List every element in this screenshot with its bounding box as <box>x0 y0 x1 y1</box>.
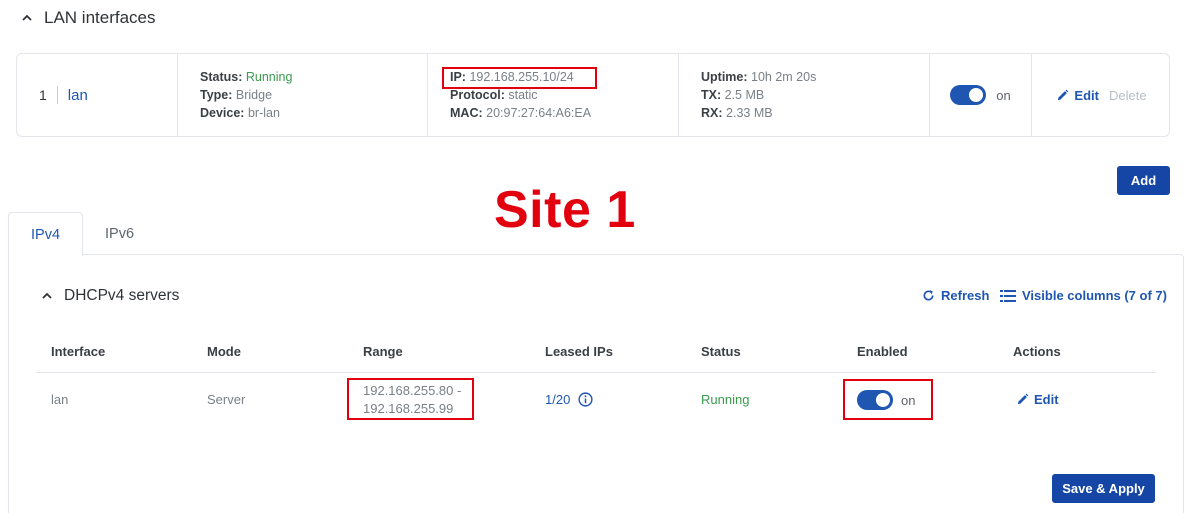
column-header-range: Range <box>363 344 403 359</box>
ip-version-tabs: IPv4 IPv6 <box>8 212 156 256</box>
chevron-up-icon <box>22 14 32 21</box>
interface-id-cell: 1 lan <box>17 54 178 136</box>
column-header-interface: Interface <box>51 344 106 359</box>
header-divider <box>36 372 1156 373</box>
protocol-label: Protocol: <box>450 88 505 102</box>
column-header-actions: Actions <box>1013 344 1061 359</box>
tx-value: 2.5 MB <box>724 88 765 102</box>
status-label: Status: <box>200 70 243 84</box>
refresh-label: Refresh <box>941 288 990 303</box>
visible-columns-button[interactable]: Visible columns (7 of 7) <box>1000 288 1167 303</box>
save-apply-button[interactable]: Save & Apply <box>1052 474 1155 503</box>
type-label: Type: <box>200 88 233 102</box>
interface-status-cell: Status: Running Type: Bridge Device: br-… <box>178 54 428 136</box>
edit-dhcp-button[interactable]: Edit <box>1016 392 1059 407</box>
leased-ips-value: 1/20 <box>545 392 571 407</box>
tab-ipv6[interactable]: IPv6 <box>83 212 156 255</box>
column-header-enabled: Enabled <box>857 344 908 359</box>
dhcp-interface-cell: lan <box>51 392 69 407</box>
pencil-icon <box>1017 393 1029 405</box>
site-annotation: Site 1 <box>494 181 636 239</box>
uptime-label: Uptime: <box>701 70 748 84</box>
dhcp-status-cell: Running <box>701 392 750 407</box>
status-value: Running <box>245 70 293 84</box>
interface-traffic-cell: Uptime: 10h 2m 20s TX: 2.5 MB RX: 2.33 M… <box>679 54 930 136</box>
columns-icon <box>1000 289 1016 302</box>
edit-interface-button[interactable]: Edit <box>1056 88 1099 103</box>
ip-highlight-box <box>442 67 597 89</box>
section-title: LAN interfaces <box>44 8 156 27</box>
rx-label: RX: <box>701 106 723 120</box>
dhcp-leased-cell[interactable]: 1/20 <box>545 392 593 407</box>
visible-columns-label: Visible columns (7 of 7) <box>1022 288 1167 303</box>
dhcp-mode-cell: Server <box>207 392 246 407</box>
edit-label: Edit <box>1074 87 1099 103</box>
column-header-leased-ips: Leased IPs <box>545 344 613 359</box>
device-value: br-lan <box>247 106 280 120</box>
interface-index: 1 <box>39 87 47 103</box>
mac-value: 20:97:27:64:A6:EA <box>486 106 592 120</box>
refresh-icon <box>923 290 934 301</box>
delete-interface-button[interactable]: Delete <box>1109 88 1147 103</box>
divider <box>56 86 58 104</box>
edit-label: Edit <box>1034 392 1059 407</box>
mac-label: MAC: <box>450 106 483 120</box>
info-icon[interactable] <box>578 392 593 407</box>
protocol-value: static <box>508 88 538 102</box>
type-value: Bridge <box>235 88 273 102</box>
interface-toggle-cell: on <box>930 54 1032 136</box>
dhcp-actions-cell: Edit <box>1016 392 1059 409</box>
lan-interfaces-header[interactable]: LAN interfaces <box>22 8 156 28</box>
pencil-icon <box>1058 89 1069 100</box>
column-header-mode: Mode <box>207 344 241 359</box>
chevron-up-icon <box>42 292 52 299</box>
rx-value: 2.33 MB <box>726 106 773 120</box>
device-label: Device: <box>200 106 245 120</box>
lan-interface-card: 1 lan Status: Running Type: Bridge Devic… <box>16 53 1170 137</box>
dhcp-section-title: DHCPv4 servers <box>64 287 180 304</box>
range-highlight-box <box>347 378 474 420</box>
tx-label: TX: <box>701 88 722 102</box>
column-header-status: Status <box>701 344 741 359</box>
add-interface-button[interactable]: Add <box>1117 166 1170 195</box>
interface-name-link[interactable]: lan <box>68 87 88 104</box>
toggle-state-text: on <box>996 87 1011 103</box>
enabled-highlight-box <box>843 379 933 420</box>
interface-enabled-toggle[interactable] <box>950 85 987 105</box>
tab-ipv4[interactable]: IPv4 <box>8 212 84 256</box>
dhcp-servers-header[interactable]: DHCPv4 servers <box>42 287 179 305</box>
interface-actions-cell: Edit Delete <box>1032 54 1171 136</box>
uptime-value: 10h 2m 20s <box>751 70 817 84</box>
refresh-button[interactable]: Refresh <box>922 288 989 303</box>
